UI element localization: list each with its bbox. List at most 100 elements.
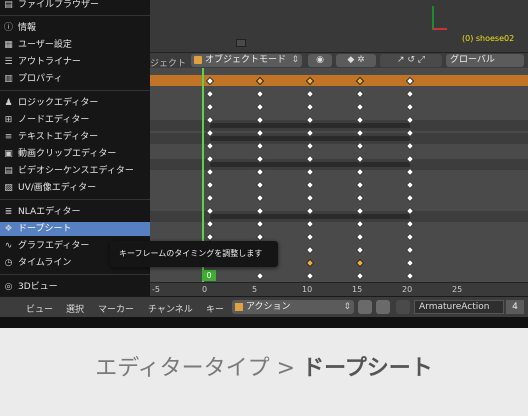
keyframe-marker[interactable] (305, 271, 315, 281)
keyframe-marker[interactable] (355, 258, 365, 268)
menu-separator (0, 15, 150, 16)
orientation-selector[interactable]: グローバル (446, 54, 524, 67)
keyframe-marker[interactable] (405, 245, 415, 255)
keyframe-marker[interactable] (205, 89, 215, 99)
clip-icon: ▣ (4, 149, 13, 159)
menu-item-user-preferences[interactable]: ▦ ユーザー設定 (0, 38, 150, 52)
keyframe-marker[interactable] (305, 245, 315, 255)
node-icon: ⊞ (4, 115, 13, 125)
keyframe-marker[interactable] (355, 102, 365, 112)
keyframe-marker[interactable] (405, 271, 415, 281)
menu-item-outliner[interactable]: ☰ アウトライナー (0, 55, 150, 69)
dopesheet-icon: ❖ (4, 224, 13, 234)
pivot-button[interactable]: ◆ ✲ (336, 54, 376, 67)
action-users-count[interactable]: 4 (506, 300, 524, 314)
menu-item-label: グラフエディター (18, 241, 90, 251)
keyframe-marker[interactable] (405, 180, 415, 190)
properties-icon: ▥ (4, 74, 13, 84)
menu-item-movie-clip-editor[interactable]: ▣ 動画クリップエディター (0, 147, 150, 161)
keyframe-marker[interactable] (255, 232, 265, 242)
keyframe-marker[interactable] (205, 180, 215, 190)
menu-channel[interactable]: チャンネル (148, 302, 193, 315)
keyframe-marker[interactable] (405, 232, 415, 242)
menu-item-label: テキストエディター (18, 132, 99, 142)
blender-window: (0) shoese02 ジェクト オブジェクトモード ◉ ◆ ✲ ↗ ↺ ⤢ … (0, 0, 528, 328)
menu-separator (0, 199, 150, 200)
menu-item-logic-editor[interactable]: ♟ ロジックエディター (0, 96, 150, 110)
menu-item-text-editor[interactable]: ≡ テキストエディター (0, 130, 150, 144)
keyframe-marker[interactable] (355, 180, 365, 190)
3d-viewport[interactable]: (0) shoese02 (150, 0, 528, 52)
menu-select[interactable]: 選択 (66, 302, 84, 315)
ruler-tick: 20 (402, 285, 413, 294)
object-label: (0) shoese02 (462, 34, 515, 43)
mode-selector[interactable]: オブジェクトモード (191, 54, 302, 67)
keyframe-marker[interactable] (355, 271, 365, 281)
action-name-field[interactable]: ArmatureAction (414, 300, 504, 314)
keyframe-marker[interactable] (205, 193, 215, 203)
menu-item-info[interactable]: ⓘ 情報 (0, 21, 150, 35)
sequencer-icon: ▤ (4, 166, 13, 176)
menu-item-label: 3Dビュー (18, 282, 58, 292)
manipulator-buttons[interactable]: ↗ ↺ ⤢ (380, 54, 442, 67)
keyframe-marker[interactable] (405, 193, 415, 203)
keyframe-marker[interactable] (355, 245, 365, 255)
keyframe-marker[interactable] (255, 89, 265, 99)
keyframe-marker[interactable] (355, 89, 365, 99)
menu-item-label: 動画クリップエディター (18, 149, 117, 159)
menu-item-properties[interactable]: ▥ プロパティ (0, 72, 150, 86)
action-icon (396, 300, 410, 314)
menu-item-label: ドープシート (18, 224, 72, 234)
push-down-button[interactable] (376, 300, 390, 314)
dopesheet-header: ビュー 選択 マーカー チャンネル キー アクション ArmatureActio… (0, 296, 528, 317)
preferences-icon: ▦ (4, 40, 13, 50)
keyframe-marker[interactable] (255, 193, 265, 203)
menu-item-uv-image-editor[interactable]: ▨ UV/画像エディター (0, 181, 150, 195)
keyframe-marker[interactable] (405, 89, 415, 99)
y-axis-gizmo (432, 6, 434, 30)
info-icon: ⓘ (4, 23, 14, 33)
menu-key[interactable]: キー (206, 302, 224, 315)
menu-item-label: ユーザー設定 (18, 40, 72, 50)
keyframe-marker[interactable] (305, 193, 315, 203)
keyframe-marker[interactable] (205, 102, 215, 112)
ruler-tick: -5 (152, 285, 160, 294)
keyframe-marker[interactable] (305, 89, 315, 99)
mode-selector[interactable]: アクション (232, 300, 354, 314)
keyframe-marker[interactable] (255, 180, 265, 190)
menu-marker[interactable]: マーカー (98, 302, 134, 315)
nla-icon: ≣ (4, 207, 13, 217)
keyframe-marker[interactable] (305, 102, 315, 112)
menu-item-label: NLAエディター (18, 207, 81, 217)
menu-item-dopesheet[interactable]: ❖ ドープシート (0, 222, 150, 236)
menu-item-nla-editor[interactable]: ≣ NLAエディター (0, 205, 150, 219)
ruler-tick: 0 (202, 285, 208, 294)
menu-separator (0, 274, 150, 275)
current-frame-badge: 0 (202, 270, 216, 281)
ruler-tick: 5 (252, 285, 258, 294)
keyframe-marker[interactable] (305, 232, 315, 242)
keyframe-marker[interactable] (205, 232, 215, 242)
keyframe-marker[interactable] (355, 232, 365, 242)
keyframe-marker[interactable] (305, 258, 315, 268)
keyframe-marker[interactable] (405, 102, 415, 112)
shading-button[interactable]: ◉ (308, 54, 332, 67)
menu-view[interactable]: ビュー (26, 302, 53, 315)
window-bottom-edge (0, 317, 528, 328)
menu-item-file-browser[interactable]: ▤ ファイルブラウザー (0, 0, 150, 12)
menu-item-label: UV/画像エディター (18, 183, 97, 193)
frame-ruler[interactable]: -5 0 5 10 15 20 25 (150, 282, 528, 296)
viewport-header: ジェクト オブジェクトモード ◉ ◆ ✲ ↗ ↺ ⤢ グローバル (150, 52, 528, 69)
menu-item-label: タイムライン (18, 258, 72, 268)
keyframe-marker[interactable] (305, 180, 315, 190)
keyframe-marker[interactable] (405, 258, 415, 268)
browse-action-button[interactable] (358, 300, 372, 314)
keyframe-marker[interactable] (255, 102, 265, 112)
area-resize-handle[interactable] (236, 39, 246, 47)
timeline-icon: ◷ (4, 258, 13, 268)
menu-item-node-editor[interactable]: ⊞ ノードエディター (0, 113, 150, 127)
keyframe-marker[interactable] (355, 193, 365, 203)
menu-item-3d-view[interactable]: ◎ 3Dビュー (0, 280, 150, 294)
keyframe-marker[interactable] (255, 271, 265, 281)
menu-item-video-sequence-editor[interactable]: ▤ ビデオシーケンスエディター (0, 164, 150, 178)
